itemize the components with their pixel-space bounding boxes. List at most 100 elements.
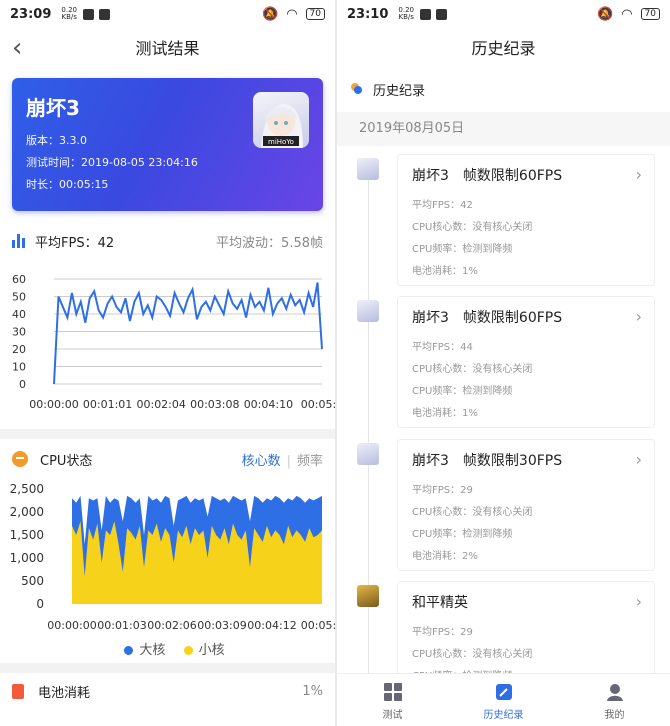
x-tick-label: 00:05:1: [301, 619, 335, 632]
wifi-icon: ◠: [286, 6, 298, 22]
notification-icon: [82, 8, 94, 20]
tab-test[interactable]: 测试: [337, 674, 448, 726]
battery-value: 1%: [302, 683, 323, 699]
y-tick-label: 1,500: [10, 528, 44, 542]
battery-title: 电池消耗: [38, 685, 91, 701]
pencil-icon: [494, 682, 514, 702]
page-title: 历史纪录: [471, 39, 536, 58]
history-item[interactable]: 崩坏3 帧数限制60FPS › 平均FPS：42 CPU核心数：没有核心关闭 CP…: [357, 154, 657, 286]
game-thumb-icon: [357, 443, 379, 465]
fps-series-line: [53, 282, 323, 385]
chevron-right-icon[interactable]: ›: [636, 592, 642, 611]
history-date: 2019年08月05日: [337, 112, 670, 146]
network-speed: 0.20 KB/s: [61, 6, 77, 21]
y-tick-label: 0: [36, 597, 44, 611]
status-bar: 23:09 0.20 KB/s 🔕 ◠ 70: [0, 0, 335, 28]
test-time-text: 测试时间：2019-08-05 23:04:16: [26, 156, 198, 169]
y-tick-label: 0: [19, 378, 26, 391]
section-divider: [0, 429, 335, 439]
svg-text:miHoYo: miHoYo: [268, 138, 294, 146]
x-tick-label: 00:00:00: [29, 398, 78, 411]
tab-core-count[interactable]: 核心数: [242, 454, 281, 469]
notification-icon: [435, 8, 447, 20]
battery-line: 电池消耗：1%: [412, 266, 478, 277]
battery-line: 电池消耗：1%: [412, 408, 478, 419]
chevron-right-icon[interactable]: ›: [636, 307, 642, 326]
legend-big-core: 大核: [139, 643, 166, 658]
fps-line: 平均FPS：42: [412, 200, 473, 211]
history-item-title: 和平精英: [412, 595, 468, 611]
cores-line: CPU核心数：没有核心关闭: [412, 364, 533, 375]
history-card[interactable]: 崩坏3 帧数限制60FPS › 平均FPS：44 CPU核心数：没有核心关闭 CP…: [397, 296, 655, 428]
y-tick-label: 10: [12, 361, 26, 374]
history-screen: 23:10 0.20 KB/s 🔕 ◠ 70 历史纪录 历史纪录 2019年08月…: [337, 0, 670, 726]
fluctuation-label: 平均波动：5.58帧: [216, 235, 323, 251]
freq-line: CPU频率：检测到降频: [412, 386, 513, 397]
back-icon[interactable]: ‹: [12, 28, 22, 68]
history-section-title: 历史纪录: [373, 83, 426, 99]
fps-line: 平均FPS：29: [412, 627, 473, 638]
user-icon: [605, 682, 625, 702]
cpu-status-title: CPU状态: [40, 453, 93, 469]
freq-line: CPU频率：检测到降频: [412, 529, 513, 540]
x-tick-label: 00:04:10: [244, 398, 293, 411]
battery-icon: [12, 683, 24, 699]
status-time: 23:09: [10, 6, 52, 22]
battery-indicator: 70: [305, 8, 325, 20]
cpu-icon: [12, 451, 28, 467]
y-tick-label: 1,000: [10, 551, 44, 565]
tab-frequency[interactable]: 频率: [297, 454, 323, 469]
average-fps-row: 平均FPS：42 平均波动：5.58帧: [0, 223, 335, 259]
cpu-status-header: CPU状态 核心数 | 频率: [0, 439, 335, 479]
history-item-title: 崩坏3 帧数限制30FPS: [412, 453, 563, 469]
game-thumb-icon: [357, 158, 379, 180]
y-tick-label: 50: [12, 291, 26, 304]
battery-line: 电池消耗：2%: [412, 551, 478, 562]
battery-indicator: 70: [640, 8, 660, 20]
notification-icon: [98, 8, 110, 20]
cores-line: CPU核心数：没有核心关闭: [412, 222, 533, 233]
network-speed: 0.20 KB/s: [398, 6, 414, 21]
bottom-tab-bar: 测试 历史纪录 我的: [337, 673, 670, 726]
fps-line-chart: 0 10 20 30 40 50 60 00:00:00 00:01:01 00:02:04 00:…: [12, 273, 335, 411]
game-app-icon: miHoYo: [253, 92, 309, 148]
y-tick-label: 500: [21, 574, 44, 588]
x-tick-label: 00:04:12: [247, 619, 296, 632]
nav-bar: 历史纪录: [337, 28, 670, 70]
nav-bar: ‹ 测试结果: [0, 28, 335, 70]
y-tick-label: 30: [12, 326, 26, 339]
freq-line: CPU频率：检测到降频: [412, 244, 513, 255]
duration-text: 时长：00:05:15: [26, 178, 109, 191]
y-tick-label: 2,500: [10, 482, 44, 496]
status-bar: 23:10 0.20 KB/s 🔕 ◠ 70: [337, 0, 670, 28]
history-card[interactable]: 崩坏3 帧数限制30FPS › 平均FPS：29 CPU核心数：没有核心关闭 CP…: [397, 439, 655, 571]
cpu-legend: 大核 小核: [0, 639, 335, 663]
history-item-title: 崩坏3 帧数限制60FPS: [412, 168, 563, 184]
chevron-right-icon[interactable]: ›: [636, 450, 642, 469]
history-item[interactable]: 崩坏3 帧数限制30FPS › 平均FPS：29 CPU核心数：没有核心关闭 CP…: [357, 439, 657, 571]
tab-history[interactable]: 历史纪录: [448, 674, 559, 726]
history-card[interactable]: 崩坏3 帧数限制60FPS › 平均FPS：42 CPU核心数：没有核心关闭 CP…: [397, 154, 655, 286]
x-tick-label: 00:01:03: [97, 619, 146, 632]
x-tick-label: 00:03:08: [190, 398, 239, 411]
status-time: 23:10: [347, 6, 389, 22]
y-tick-label: 2,000: [10, 505, 44, 519]
history-item-title: 崩坏3 帧数限制60FPS: [412, 310, 563, 326]
legend-small-core: 小核: [198, 643, 225, 658]
history-icon: [351, 83, 363, 95]
bar-chart-icon: [12, 234, 25, 248]
x-tick-label: 00:02:04: [136, 398, 185, 411]
cpu-core-chart: 0 500 1,000 1,500 2,000 2,500 00:00:00 00:01:03…: [10, 482, 335, 632]
section-divider: [0, 663, 335, 673]
game-thumb-icon: [357, 300, 379, 322]
legend-dot-small: [183, 646, 193, 655]
history-section-header: 历史纪录: [337, 70, 670, 108]
y-tick-label: 40: [12, 308, 26, 321]
game-info-card: 崩坏3 版本：3.3.0 测试时间：2019-08-05 23:04:16 时长…: [12, 78, 323, 211]
tab-mine[interactable]: 我的: [559, 674, 670, 726]
x-tick-label: 00:02:06: [147, 619, 196, 632]
y-tick-label: 20: [12, 343, 26, 356]
history-item[interactable]: 崩坏3 帧数限制60FPS › 平均FPS：44 CPU核心数：没有核心关闭 CP…: [357, 296, 657, 428]
version-text: 版本：3.3.0: [26, 134, 87, 147]
chevron-right-icon[interactable]: ›: [636, 165, 642, 184]
